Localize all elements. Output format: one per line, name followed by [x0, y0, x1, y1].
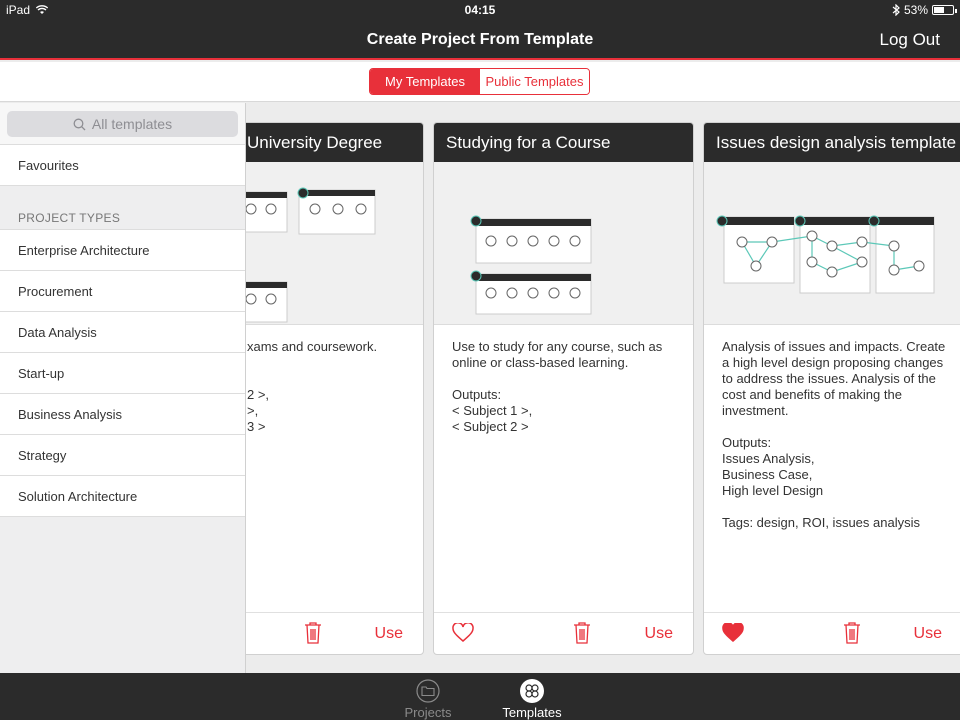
- trash-icon[interactable]: [842, 621, 862, 645]
- sidebar-item-strategy[interactable]: Strategy: [0, 435, 245, 476]
- search-field[interactable]: All templates: [7, 111, 238, 137]
- heart-outline-icon[interactable]: [452, 623, 474, 643]
- sidebar-item-data-analysis[interactable]: Data Analysis: [0, 312, 245, 353]
- templates-icon: [520, 679, 544, 703]
- card-footer: Use: [704, 612, 960, 654]
- card-description: Analysis of issues and impacts. Create a…: [722, 339, 946, 530]
- battery-fill: [934, 7, 944, 13]
- sidebar-item-enterprise-architecture[interactable]: Enterprise Architecture: [0, 230, 245, 271]
- use-button[interactable]: Use: [375, 625, 403, 643]
- nav-bar: Create Project From Template Log Out: [0, 20, 960, 60]
- template-card-studying-for-a-course[interactable]: Studying for a Course Use to study for a…: [433, 122, 694, 655]
- search-wrapper: All templates: [0, 103, 245, 145]
- sidebar-item-business-analysis[interactable]: Business Analysis: [0, 394, 245, 435]
- tab-templates-label: Templates: [502, 705, 562, 720]
- section-header-project-types: PROJECT TYPES: [0, 186, 245, 230]
- sidebar-item-favourites[interactable]: Favourites: [0, 145, 245, 186]
- clock: 04:15: [464, 3, 496, 17]
- use-button[interactable]: Use: [914, 625, 942, 643]
- use-button[interactable]: Use: [645, 625, 673, 643]
- trash-icon[interactable]: [303, 621, 323, 645]
- template-diagram-thumbnail: [716, 215, 935, 294]
- battery-icon: [932, 5, 957, 15]
- tab-projects-label: Projects: [404, 705, 452, 720]
- template-diagram-thumbnail: [470, 215, 592, 315]
- search-placeholder: All templates: [91, 116, 173, 132]
- sidebar-item-solution-architecture[interactable]: Solution Architecture: [0, 476, 245, 517]
- segment-bar: My Templates Public Templates: [0, 62, 960, 102]
- status-right: 53%: [892, 3, 957, 17]
- sidebar-item-procurement[interactable]: Procurement: [0, 271, 245, 312]
- tab-bar: Projects Templates: [0, 673, 960, 720]
- card-preview: [434, 162, 693, 325]
- search-icon: [73, 118, 86, 130]
- my-templates-segment[interactable]: My Templates: [370, 69, 480, 94]
- trash-icon[interactable]: [572, 621, 592, 645]
- card-preview: [704, 162, 960, 325]
- sidebar-item-start-up[interactable]: Start-up: [0, 353, 245, 394]
- tab-projects[interactable]: Projects: [398, 679, 458, 720]
- heart-filled-icon[interactable]: [722, 623, 744, 643]
- public-templates-segment[interactable]: Public Templates: [480, 69, 589, 94]
- card-description: Use to study for any course, such as onl…: [452, 339, 663, 434]
- battery-percent: 53%: [903, 3, 928, 17]
- bluetooth-icon: [892, 4, 900, 16]
- status-bar: iPad 04:15 53%: [0, 0, 960, 20]
- card-title: Issues design analysis template: [704, 123, 960, 162]
- tab-templates[interactable]: Templates: [496, 679, 568, 720]
- template-card-issues-design-analysis[interactable]: Issues design analysis template Analysis…: [703, 122, 960, 655]
- sidebar: All templates Favourites PROJECT TYPES E…: [0, 103, 246, 673]
- logout-button[interactable]: Log Out: [880, 30, 941, 50]
- card-title: Studying for a Course: [434, 123, 693, 162]
- card-footer: Use: [434, 612, 693, 654]
- folder-icon: [416, 679, 440, 703]
- template-segmented-control: My Templates Public Templates: [369, 68, 590, 95]
- page-title: Create Project From Template: [366, 31, 594, 48]
